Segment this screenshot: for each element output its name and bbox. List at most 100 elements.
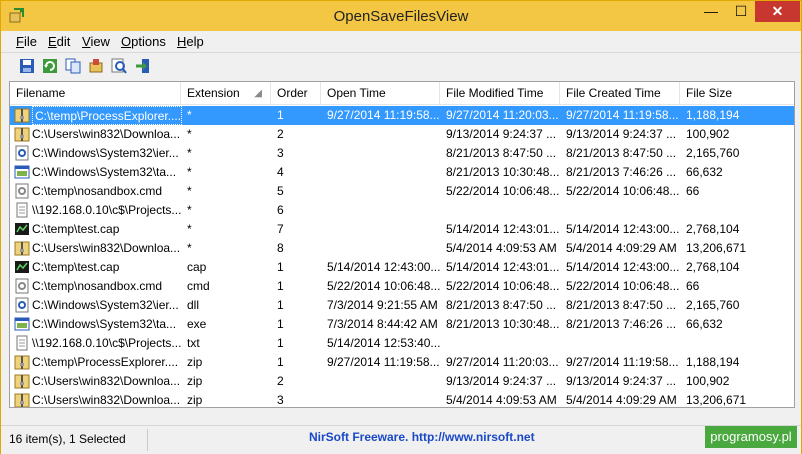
cell-open: 5/22/2014 10:06:48... <box>327 279 441 293</box>
cell-open <box>327 391 443 407</box>
cell-filename: C:\temp\ProcessExplorer.... <box>32 106 182 125</box>
col-header-filename[interactable]: Filename <box>10 82 181 105</box>
cell-created <box>566 201 682 220</box>
cell-size: 66 <box>686 279 700 293</box>
col-header-file-created-time[interactable]: File Created Time <box>560 82 680 105</box>
cell-modified: 9/27/2014 11:20:03... <box>446 355 559 369</box>
app-window: OpenSaveFilesView — ☐ ✕ File Edit View O… <box>0 0 802 454</box>
properties-icon[interactable] <box>88 58 104 74</box>
window-title: OpenSaveFilesView <box>333 8 469 25</box>
exe-icon <box>14 317 30 331</box>
txt-icon <box>16 335 28 351</box>
cell-filename: C:\Users\win832\Downloa... <box>32 393 181 407</box>
table-row[interactable]: C:\Windows\System32\ta... exe 1 7/3/2014 8:… <box>10 315 794 334</box>
cell-created: 9/13/2014 9:24:37 ... <box>566 374 677 388</box>
cell-modified: 9/13/2014 9:24:37 ... <box>446 374 557 388</box>
cell-open <box>327 239 443 258</box>
table-row[interactable]: C:\temp\ProcessExplorer.... zip 1 9/27/2014… <box>10 353 794 372</box>
cell-modified: 5/14/2014 12:43:01... <box>446 260 560 274</box>
cell-size: 66,632 <box>686 317 723 331</box>
table-row[interactable]: \\192.168.0.10\c$\Projects... * 6 <box>10 201 794 220</box>
find-icon[interactable] <box>111 58 127 74</box>
cap-icon <box>15 223 29 235</box>
table-row[interactable]: C:\Windows\System32\ier... * 3 8/21/2013 8:… <box>10 144 794 163</box>
cell-filename: C:\temp\nosandbox.cmd <box>32 279 163 293</box>
table-row[interactable]: C:\Windows\System32\ta... * 4 8/21/2013 10:… <box>10 163 794 182</box>
cell-filename: C:\temp\nosandbox.cmd <box>32 184 163 198</box>
cell-modified <box>446 201 562 220</box>
minimize-button[interactable]: — <box>697 1 725 22</box>
cell-size: 13,206,671 <box>686 241 747 255</box>
cell-modified: 5/22/2014 10:06:48... <box>446 279 560 293</box>
cell-created: 5/22/2014 10:06:48... <box>566 279 680 293</box>
cell-size: 13,206,671 <box>686 393 747 407</box>
col-header-open-time[interactable]: Open Time <box>321 82 440 105</box>
menu-edit[interactable]: Edit <box>48 34 70 49</box>
col-header-order[interactable]: Order <box>271 82 321 105</box>
menu-help[interactable]: Help <box>177 34 204 49</box>
watermark-logo: programosy.pl <box>705 426 797 448</box>
col-header-file-modified-time[interactable]: File Modified Time <box>440 82 560 105</box>
table-row[interactable]: C:\temp\nosandbox.cmd cmd 1 5/22/2014 10:06… <box>10 277 794 296</box>
table-row[interactable]: C:\Users\win832\Downloa... zip 2 9/13/2014 … <box>10 372 794 391</box>
close-button[interactable]: ✕ <box>755 1 800 22</box>
table-row[interactable]: C:\Users\win832\Downloa... * 8 5/4/2014 4:0… <box>10 239 794 258</box>
menu-bar: File Edit View Options Help <box>1 31 801 51</box>
cell-filename: C:\Windows\System32\ta... <box>32 317 177 331</box>
nirsoft-link[interactable]: NirSoft Freeware. http://www.nirsoft.net <box>309 430 535 444</box>
cell-size: 2,165,760 <box>686 146 740 160</box>
cell-modified: 5/4/2014 4:09:53 AM <box>446 393 557 407</box>
refresh-icon[interactable] <box>42 58 58 74</box>
menu-view[interactable]: View <box>82 34 110 49</box>
cell-open <box>327 201 443 220</box>
table-row[interactable]: C:\temp\test.cap cap 1 5/14/2014 12:43:00..… <box>10 258 794 277</box>
files-list[interactable]: Filename Extension ◢ Order Open Time File… <box>9 81 795 408</box>
table-row[interactable]: C:\temp\test.cap * 7 5/14/2014 12:43:01... 5… <box>10 220 794 239</box>
cell-filename: C:\Users\win832\Downloa... <box>32 374 181 388</box>
col-header-file-size[interactable]: File Size <box>680 82 794 105</box>
cell-modified: 9/27/2014 11:20:03... <box>446 108 559 122</box>
status-item-count: 16 item(s), 1 Selected <box>9 432 126 446</box>
cell-created: 5/14/2014 12:43:00... <box>566 260 680 274</box>
menu-options[interactable]: Options <box>121 34 166 49</box>
status-separator <box>147 429 148 451</box>
cmd-icon <box>15 278 29 294</box>
cell-modified: 8/21/2013 8:47:50 ... <box>446 146 557 160</box>
col-header-extension[interactable]: Extension ◢ <box>181 82 271 105</box>
cell-created <box>566 334 682 353</box>
cell-modified: 5/22/2014 10:06:48... <box>446 184 560 198</box>
sort-ascending-icon: ◢ <box>254 88 262 99</box>
zip-icon <box>14 355 30 370</box>
cell-open: 9/27/2014 11:19:58... <box>327 355 440 369</box>
cell-filename: \\192.168.0.10\c$\Projects... <box>32 336 182 350</box>
cell-open <box>327 372 443 391</box>
cell-filename: C:\temp\test.cap <box>32 260 120 274</box>
table-row[interactable]: C:\temp\ProcessExplorer.... * 1 9/27/2014 1… <box>10 106 794 125</box>
cap-icon <box>15 261 29 273</box>
cell-size: 66,632 <box>686 165 723 179</box>
table-row[interactable]: C:\Windows\System32\ier... dll 1 7/3/2014 9… <box>10 296 794 315</box>
cell-size: 66 <box>686 184 700 198</box>
zip-icon <box>14 108 30 123</box>
exit-icon[interactable] <box>135 58 151 74</box>
save-icon[interactable] <box>19 58 35 74</box>
cell-open: 5/14/2014 12:43:00... <box>327 260 441 274</box>
table-row[interactable]: C:\Users\win832\Downloa... * 2 9/13/2014 9:… <box>10 125 794 144</box>
table-row[interactable]: \\192.168.0.10\c$\Projects... txt 1 5/14/20… <box>10 334 794 353</box>
cell-filename: C:\Users\win832\Downloa... <box>32 127 181 141</box>
table-row[interactable]: C:\temp\nosandbox.cmd * 5 5/22/2014 10:06:4… <box>10 182 794 201</box>
maximize-button[interactable]: ☐ <box>727 1 755 22</box>
cell-created: 5/4/2014 4:09:29 AM <box>566 393 677 407</box>
menu-file[interactable]: File <box>16 34 37 49</box>
table-row[interactable]: C:\Users\win832\Downloa... zip 3 5/4/2014 4… <box>10 391 794 407</box>
cell-filename: C:\temp\test.cap <box>32 222 120 236</box>
title-bar[interactable]: OpenSaveFilesView — ☐ ✕ <box>1 1 801 31</box>
zip-icon <box>14 393 30 407</box>
cell-open: 7/3/2014 9:21:55 AM <box>327 298 438 312</box>
cell-created: 5/14/2014 12:43:00... <box>566 222 680 236</box>
copy-icon[interactable] <box>65 58 81 74</box>
cell-created: 8/21/2013 8:47:50 ... <box>566 298 677 312</box>
cell-modified: 9/13/2014 9:24:37 ... <box>446 127 557 141</box>
toolbar <box>1 52 801 81</box>
cell-created: 8/21/2013 7:46:26 ... <box>566 165 677 179</box>
